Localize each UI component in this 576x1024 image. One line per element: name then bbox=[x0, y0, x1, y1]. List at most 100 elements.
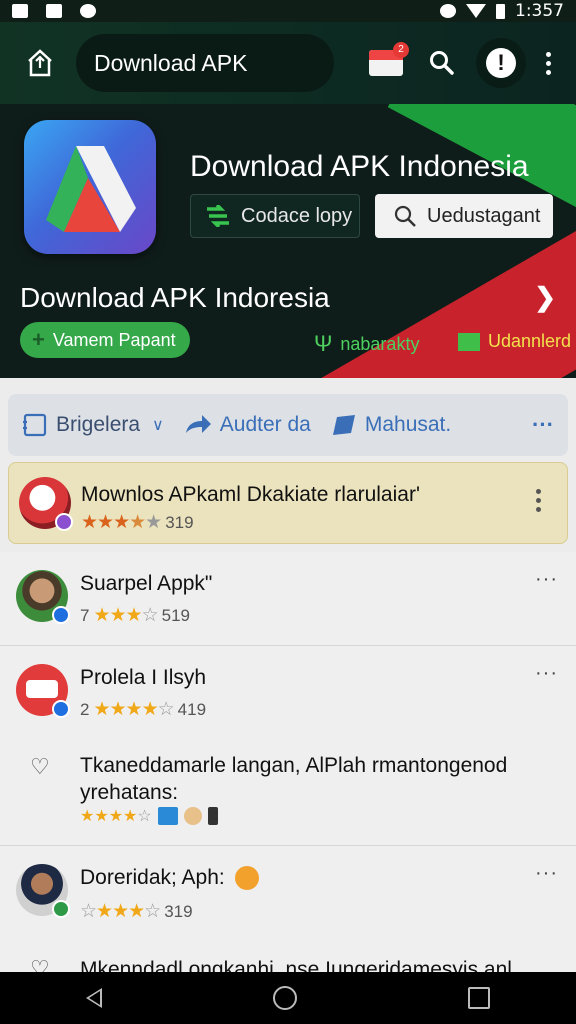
vamem-pill-label: Vamem Papant bbox=[52, 329, 176, 350]
notification-icon bbox=[12, 4, 28, 18]
chips-more-button[interactable]: ··· bbox=[532, 412, 554, 438]
badge-icon bbox=[52, 606, 70, 624]
tablet-icon bbox=[23, 413, 47, 437]
banner-subtitle[interactable]: Download APK Indoresia bbox=[20, 282, 330, 314]
rating-prefix: 7 bbox=[80, 605, 90, 625]
filter-chip-bar: Brigelera ∨ Audter da Mahusat. ··· bbox=[8, 394, 568, 456]
more-options-button[interactable] bbox=[536, 489, 541, 512]
chip-mahusat-label: Mahusat. bbox=[364, 413, 452, 436]
search-app-button-label: Uedustagant bbox=[427, 204, 541, 227]
list-item-meta: 7 ★★★☆ 519 bbox=[80, 604, 190, 627]
app-logo-icon[interactable] bbox=[24, 120, 156, 254]
list-item-title: Doreridak; Aph: bbox=[80, 866, 259, 891]
list-item-title: Mownlos APkaml Dkakiate rlarulaiar' bbox=[81, 483, 420, 506]
rating-prefix: 2 bbox=[80, 699, 90, 719]
list-item-meta: 2 ★★★★☆ 419 bbox=[80, 698, 206, 721]
more-options-button[interactable]: ··· bbox=[535, 568, 558, 591]
badge-icon bbox=[55, 513, 73, 531]
trident-icon: Ψ bbox=[314, 331, 333, 356]
badge-icon bbox=[52, 700, 70, 718]
list-item-title: Prolela I Ilsyh bbox=[80, 666, 207, 689]
rating-stars: ★★★★☆ bbox=[80, 808, 152, 825]
phone-icon bbox=[207, 807, 218, 825]
surprised-emoji-icon bbox=[234, 866, 259, 891]
search-icon bbox=[430, 51, 454, 75]
banner-tag-udannlerd[interactable]: Udannlerd bbox=[458, 331, 571, 352]
avatar bbox=[19, 477, 73, 531]
rating-count: 319 bbox=[164, 901, 193, 921]
rating-count: 519 bbox=[161, 605, 190, 625]
back-icon[interactable] bbox=[85, 988, 102, 1008]
share-arrow-icon bbox=[185, 415, 211, 433]
more-options-button[interactable]: ··· bbox=[535, 862, 558, 885]
plus-icon: + bbox=[32, 327, 45, 352]
alert-button[interactable]: ! bbox=[476, 38, 526, 88]
list-item-title-text: Doreridak; Aph: bbox=[80, 866, 225, 889]
list-item-title: Suarpel Appk" bbox=[80, 572, 213, 595]
more-options-button[interactable]: ··· bbox=[535, 662, 558, 685]
avatar bbox=[16, 570, 70, 624]
search-button[interactable] bbox=[420, 41, 464, 85]
emoji-icon bbox=[183, 807, 202, 825]
banner-title: Download APK Indonesia bbox=[190, 150, 529, 183]
vamem-pill[interactable]: + Vamem Papant bbox=[20, 322, 190, 358]
share-button[interactable] bbox=[18, 41, 62, 85]
mail-badge: 2 bbox=[393, 42, 409, 58]
rating-count: 319 bbox=[165, 512, 194, 532]
codace-button-label: Codace lopy bbox=[241, 204, 353, 227]
avatar bbox=[16, 864, 70, 918]
status-bar: 1:357 bbox=[0, 0, 576, 22]
banner-tag-nabarakty[interactable]: Ψ nabarakty bbox=[314, 331, 419, 357]
wifi-icon bbox=[466, 4, 486, 18]
inbox-button[interactable]: 2 bbox=[364, 41, 409, 85]
hero-banner: Download APK Indonesia Codace lopy Uedus… bbox=[0, 104, 576, 378]
rating-count: 419 bbox=[177, 699, 207, 719]
avatar bbox=[16, 664, 70, 718]
comment-text: Tkaneddamarle langan, AlPlah rmantongeno… bbox=[80, 752, 507, 806]
envelope-icon bbox=[458, 332, 480, 351]
chip-audter-da-label: Audter da bbox=[219, 413, 311, 436]
badge-icon bbox=[52, 900, 70, 918]
chevron-right-icon[interactable]: ❯ bbox=[534, 282, 556, 313]
messenger-icon bbox=[80, 4, 96, 18]
search-app-button[interactable]: Uedustagant bbox=[375, 194, 553, 238]
app-list: Mownlos APkaml Dkakiate rlarulaiar' ★★★★… bbox=[0, 462, 576, 1006]
list-item[interactable]: Suarpel Appk" 7 ★★★☆ 519 ··· bbox=[0, 552, 576, 646]
comment-rating: ★★★★☆ bbox=[80, 806, 218, 826]
overflow-menu-button[interactable] bbox=[538, 51, 558, 75]
system-nav-bar bbox=[0, 972, 576, 1024]
recents-icon[interactable] bbox=[468, 987, 491, 1009]
list-item[interactable]: Mownlos APkaml Dkakiate rlarulaiar' ★★★★… bbox=[8, 462, 568, 544]
chip-mahusat[interactable]: Mahusat. bbox=[331, 413, 451, 437]
rating-stars: ★★★★★ bbox=[81, 512, 162, 533]
share-icon bbox=[28, 49, 52, 77]
list-item[interactable]: Prolela I Ilsyh 2 ★★★★☆ 419 ··· ♡ Tkaned… bbox=[0, 646, 576, 846]
chevron-down-icon: ∨ bbox=[152, 417, 164, 434]
flag-icon bbox=[332, 415, 355, 435]
rating-stars: ★★★★☆ bbox=[93, 699, 174, 720]
banner-tag-1-label: nabarakty bbox=[340, 333, 420, 354]
search-text: Download APK bbox=[94, 49, 248, 76]
chip-brigelera[interactable]: Brigelera ∨ bbox=[22, 412, 164, 438]
banner-tag-2-label: Udannlerd bbox=[488, 331, 572, 351]
comment-line-2: уrehatans: bbox=[80, 781, 179, 804]
home-icon[interactable] bbox=[272, 986, 297, 1010]
radio-icon bbox=[26, 680, 58, 698]
comment-line-1: Tkaneddamarle langan, AlPlah rmantongeno… bbox=[80, 754, 508, 777]
alarm-icon bbox=[440, 4, 456, 18]
codace-button[interactable]: Codace lopy bbox=[190, 194, 360, 238]
heart-icon[interactable]: ♡ bbox=[30, 754, 50, 780]
calendar-icon bbox=[46, 4, 62, 18]
alert-icon: ! bbox=[486, 48, 516, 78]
top-app-bar: Download APK 2 ! bbox=[0, 22, 576, 104]
chip-brigelera-label: Brigelera bbox=[56, 413, 141, 436]
list-item-meta: ☆★★★☆ 319 bbox=[80, 900, 193, 923]
search-field[interactable]: Download APK bbox=[76, 34, 334, 92]
rating-stars: ☆★★★☆ bbox=[80, 901, 161, 922]
status-time: 1:357 bbox=[515, 1, 564, 21]
list-item-meta: ★★★★★ 319 bbox=[81, 511, 194, 534]
arrows-icon bbox=[207, 205, 229, 227]
battery-icon bbox=[496, 3, 505, 19]
mailbox-icon: 2 bbox=[369, 42, 409, 76]
chip-audter-da[interactable]: Audter da bbox=[184, 413, 311, 437]
